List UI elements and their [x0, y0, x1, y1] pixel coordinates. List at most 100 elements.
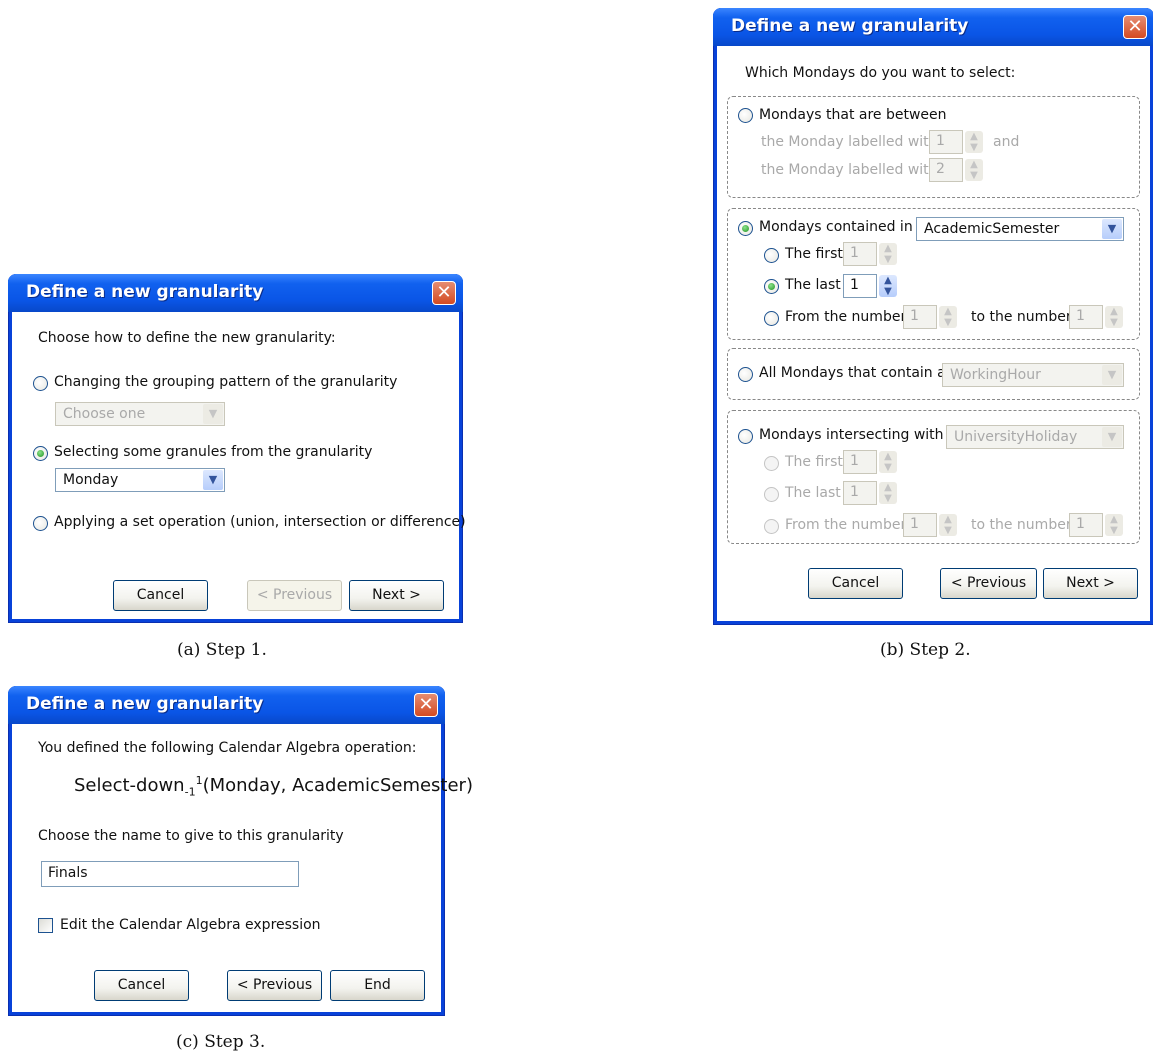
formula-args: (Monday, AcademicSemester): [202, 775, 473, 796]
chevron-down-icon: ▼: [1102, 427, 1122, 447]
radio-grouping[interactable]: [33, 376, 48, 391]
radio-the-first[interactable]: [764, 248, 779, 263]
radio-the-last[interactable]: [764, 279, 779, 294]
step1-dialog: Define a new granularity ✕ Choose how to…: [8, 274, 466, 623]
calendar-algebra-formula: Select-down-11(Monday, AcademicSemester): [74, 774, 473, 799]
i-the-first-label: The first: [785, 454, 843, 470]
spinner-arrows-icon[interactable]: ▲ ▼: [965, 159, 983, 181]
previous-button[interactable]: < Previous: [940, 568, 1037, 599]
grouping-pattern-select[interactable]: Choose one ▼: [55, 402, 225, 426]
formula-name: Select-down: [74, 775, 185, 796]
contain-granularity-select[interactable]: WorkingHour ▼: [942, 363, 1124, 387]
to-number-label: to the number: [971, 309, 1072, 325]
radio-contained[interactable]: [738, 221, 753, 236]
caption-step1: (a) Step 1.: [177, 640, 267, 660]
radio-i-from-number[interactable]: [764, 519, 779, 534]
spinner-value[interactable]: 1: [843, 481, 877, 505]
spinner-arrows-icon[interactable]: ▲ ▼: [879, 275, 897, 297]
spinner-value[interactable]: 1: [903, 305, 937, 329]
edit-expression-checkbox[interactable]: [38, 918, 53, 933]
the-last-label: The last: [785, 277, 841, 293]
step3-prompt: You defined the following Calendar Algeb…: [38, 740, 417, 756]
dialog-body: You defined the following Calendar Algeb…: [12, 724, 473, 1012]
title-bar[interactable]: Define a new granularity ✕: [8, 686, 445, 724]
i-to-number-label: to the number: [971, 517, 1072, 533]
grouping-select-value: Choose one: [63, 406, 146, 422]
spinner-value[interactable]: 1: [843, 242, 877, 266]
contained-granularity-select[interactable]: AcademicSemester ▼: [916, 217, 1124, 241]
title-bar[interactable]: Define a new granularity ✕: [8, 274, 463, 312]
end-button[interactable]: End: [330, 970, 425, 1001]
spinner-value[interactable]: 2: [929, 158, 963, 182]
step2-prompt: Which Mondays do you want to select:: [745, 65, 1016, 81]
spinner-arrows-icon[interactable]: ▲ ▼: [879, 482, 897, 504]
close-icon[interactable]: ✕: [414, 693, 438, 717]
step1-prompt: Choose how to define the new granularity…: [38, 330, 336, 346]
i-the-last-label: The last: [785, 485, 841, 501]
radio-from-number[interactable]: [764, 311, 779, 326]
spinner-arrows-icon[interactable]: ▲ ▼: [879, 243, 897, 265]
next-button[interactable]: Next >: [1043, 568, 1138, 599]
spinner-arrows-icon[interactable]: ▲ ▼: [1105, 514, 1123, 536]
granularity-name-input[interactable]: Finals: [41, 861, 299, 887]
contain-select-value: WorkingHour: [950, 367, 1041, 383]
spinner-value[interactable]: 1: [929, 130, 963, 154]
spinner-arrows-icon[interactable]: ▲ ▼: [879, 451, 897, 473]
radio-selected-dot: [37, 450, 44, 457]
previous-button[interactable]: < Previous: [247, 580, 342, 611]
radio-set-operation-label: Applying a set operation (union, interse…: [54, 514, 466, 530]
close-icon[interactable]: ✕: [432, 281, 456, 305]
caption-step3: (c) Step 3.: [176, 1032, 266, 1052]
radio-intersect[interactable]: [738, 429, 753, 444]
intersect-granularity-select[interactable]: UniversityHoliday ▼: [946, 425, 1124, 449]
i-from-number-label: From the number: [785, 517, 907, 533]
previous-button[interactable]: < Previous: [227, 970, 322, 1001]
radio-between-label: Mondays that are between: [759, 107, 947, 123]
spinner-value[interactable]: 1: [1069, 513, 1103, 537]
title-bar[interactable]: Define a new granularity ✕: [713, 8, 1153, 46]
radio-set-operation[interactable]: [33, 516, 48, 531]
radio-selecting[interactable]: [33, 446, 48, 461]
radio-selected-dot: [742, 225, 749, 232]
radio-contain-label: All Mondays that contain a: [759, 365, 946, 381]
spinner-arrows-icon[interactable]: ▲ ▼: [1105, 306, 1123, 328]
cancel-button[interactable]: Cancel: [113, 580, 208, 611]
next-button[interactable]: Next >: [349, 580, 444, 611]
spinner-value[interactable]: 1: [1069, 305, 1103, 329]
formula-subscript: -1: [184, 785, 196, 799]
caption-step2: (b) Step 2.: [880, 640, 971, 660]
labelled-with-label: the Monday labelled with: [761, 162, 938, 178]
contained-select-value: AcademicSemester: [924, 221, 1060, 237]
dialog-title: Define a new granularity: [731, 16, 969, 36]
radio-i-the-first[interactable]: [764, 456, 779, 471]
spinner-value[interactable]: 1: [903, 513, 937, 537]
dialog-body: Which Mondays do you want to select: Mon…: [717, 46, 1150, 621]
radio-contain[interactable]: [738, 367, 753, 382]
radio-intersect-label: Mondays intersecting with a: [759, 427, 957, 443]
spinner-arrows-icon[interactable]: ▲ ▼: [939, 514, 957, 536]
granularity-select[interactable]: Monday ▼: [55, 468, 225, 492]
name-prompt: Choose the name to give to this granular…: [38, 828, 344, 844]
dialog-title: Define a new granularity: [26, 282, 264, 302]
spinner-value[interactable]: 1: [843, 450, 877, 474]
chevron-down-icon: ▼: [203, 404, 223, 424]
dialog-body: Choose how to define the new granularity…: [12, 312, 466, 619]
granularity-select-value: Monday: [63, 472, 119, 488]
close-icon[interactable]: ✕: [1123, 15, 1147, 39]
cancel-button[interactable]: Cancel: [808, 568, 903, 599]
step3-dialog: Define a new granularity ✕ You defined t…: [8, 686, 473, 1016]
edit-expression-label: Edit the Calendar Algebra expression: [60, 917, 321, 933]
cancel-button[interactable]: Cancel: [94, 970, 189, 1001]
step2-dialog: Define a new granularity ✕ Which Mondays…: [713, 8, 1153, 625]
radio-i-the-last[interactable]: [764, 487, 779, 502]
spinner-arrows-icon[interactable]: ▲ ▼: [939, 306, 957, 328]
radio-grouping-label: Changing the grouping pattern of the gra…: [54, 374, 398, 390]
intersect-select-value: UniversityHoliday: [954, 429, 1078, 445]
radio-between[interactable]: [738, 108, 753, 123]
and-label: and: [993, 134, 1020, 150]
spinner-value[interactable]: 1: [843, 274, 877, 298]
chevron-down-icon: ▼: [1102, 219, 1122, 239]
formula-superscript: 1: [195, 774, 203, 787]
the-first-label: The first: [785, 246, 843, 262]
spinner-arrows-icon[interactable]: ▲ ▼: [965, 131, 983, 153]
